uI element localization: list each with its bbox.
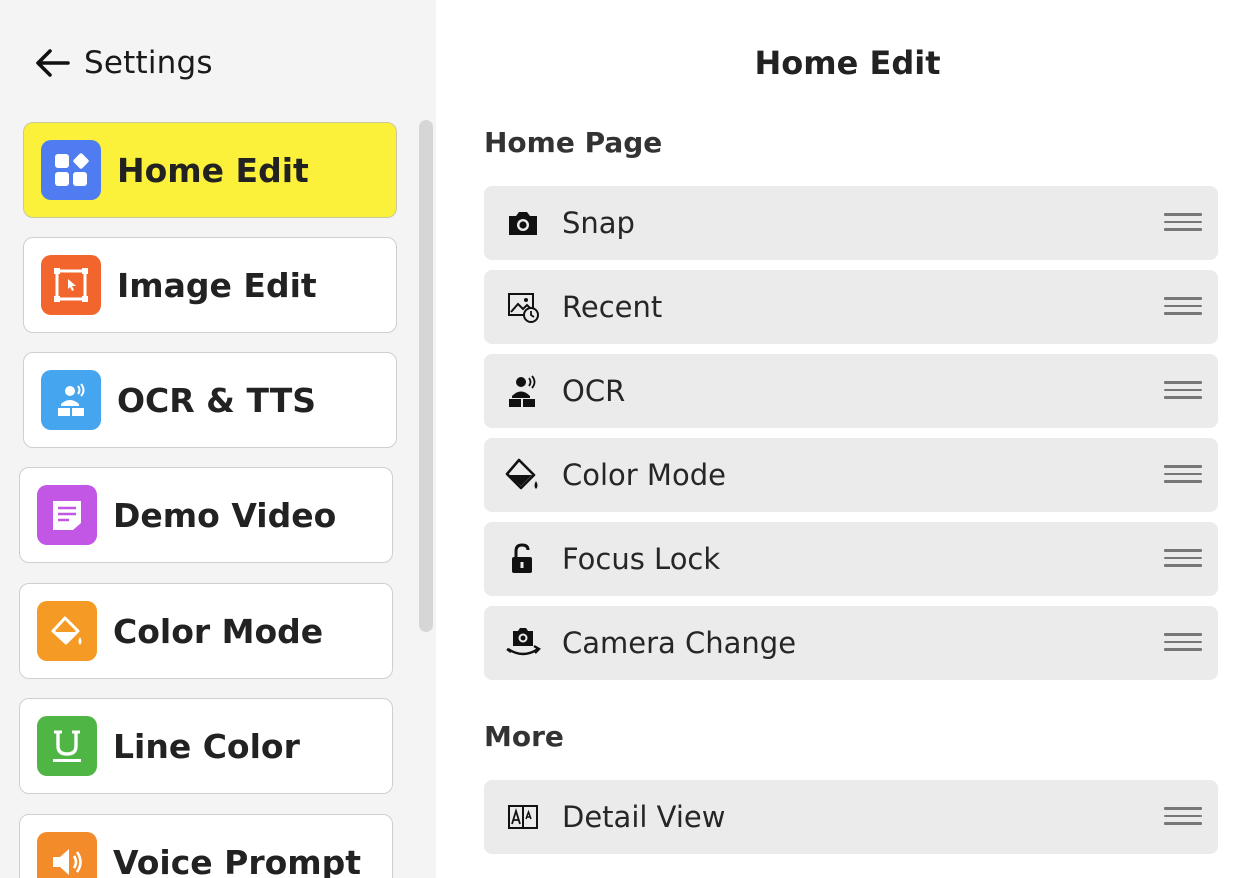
row-label: Color Mode — [562, 458, 726, 492]
drag-handle-icon[interactable] — [1164, 297, 1202, 317]
sidebar-item-voice-prompt[interactable]: Voice Prompt — [19, 814, 393, 878]
reader-speaking-icon — [504, 372, 542, 410]
sidebar-item-label: Image Edit — [117, 265, 317, 305]
drag-handle-icon[interactable] — [1164, 633, 1202, 653]
drag-handle-icon[interactable] — [1164, 381, 1202, 401]
sidebar-item-label: OCR & TTS — [117, 380, 316, 420]
sidebar-item-home-edit[interactable]: Home Edit — [23, 122, 397, 218]
sidebar-item-label: Color Mode — [113, 611, 324, 651]
sidebar-item-color-mode[interactable]: Color Mode — [19, 583, 393, 679]
back-arrow-icon[interactable] — [32, 43, 72, 83]
note-icon — [37, 485, 97, 545]
list-item-color-mode[interactable]: Color Mode — [484, 438, 1218, 512]
sidebar-item-label: Demo Video — [113, 495, 337, 535]
list-item-focus-lock[interactable]: Focus Lock — [484, 522, 1218, 596]
sidebar-item-image-edit[interactable]: Image Edit — [23, 237, 397, 333]
text-size-icon — [504, 798, 542, 836]
drag-handle-icon[interactable] — [1164, 807, 1202, 827]
sidebar-item-ocr-tts[interactable]: OCR & TTS — [23, 352, 397, 448]
underline-icon — [37, 716, 97, 776]
speaker-icon — [37, 832, 97, 878]
sidebar-item-demo-video[interactable]: Demo Video — [19, 467, 393, 563]
drag-handle-icon[interactable] — [1164, 465, 1202, 485]
section-title-home-page: Home Page — [484, 126, 663, 159]
list-item-camera-change[interactable]: Camera Change — [484, 606, 1218, 680]
sidebar-item-line-color[interactable]: Line Color — [19, 698, 393, 794]
sidebar-scrollbar[interactable] — [419, 120, 433, 632]
sidebar-item-label: Home Edit — [117, 150, 309, 190]
row-label: Focus Lock — [562, 542, 721, 576]
row-label: Camera Change — [562, 626, 797, 660]
camera-icon — [504, 204, 542, 242]
reader-icon — [41, 370, 101, 430]
sidebar-item-label: Voice Prompt — [113, 842, 362, 878]
section-title-more: More — [484, 720, 564, 753]
gallery-clock-icon — [504, 288, 542, 326]
unlock-icon — [504, 540, 542, 578]
drag-handle-icon[interactable] — [1164, 213, 1202, 233]
settings-title[interactable]: Settings — [84, 45, 213, 81]
list-item-detail-view[interactable]: Detail View — [484, 780, 1218, 854]
row-label: OCR — [562, 374, 626, 408]
row-label: Detail View — [562, 800, 726, 834]
list-item-snap[interactable]: Snap — [484, 186, 1218, 260]
crop-icon — [41, 255, 101, 315]
list-item-ocr[interactable]: OCR — [484, 354, 1218, 428]
sidebar: Settings Home Edit Image Edit OCR & TTS … — [0, 0, 436, 878]
paint-bucket-icon — [504, 456, 542, 494]
camera-switch-icon — [504, 624, 542, 662]
list-item-recent[interactable]: Recent — [484, 270, 1218, 344]
row-label: Snap — [562, 206, 635, 240]
drag-handle-icon[interactable] — [1164, 549, 1202, 569]
page-title: Home Edit — [754, 44, 941, 82]
paint-bucket-icon — [37, 601, 97, 661]
row-label: Recent — [562, 290, 663, 324]
settings-header: Settings — [32, 40, 213, 86]
sidebar-item-label: Line Color — [113, 726, 300, 766]
grid-icon — [41, 140, 101, 200]
